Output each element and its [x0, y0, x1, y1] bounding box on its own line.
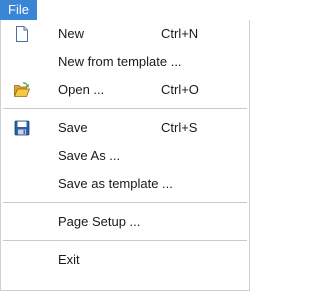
- save-disk-icon: [13, 119, 31, 137]
- menu-item-shortcut: Ctrl+N: [161, 26, 199, 41]
- menu-item-new-from-template[interactable]: New from template ...: [1, 48, 249, 76]
- new-document-icon: [13, 25, 31, 43]
- menu-item-label: Save As ...: [58, 148, 121, 163]
- app-window: File New Ctrl+N New from template ... Op…: [0, 0, 252, 292]
- menu-item-page-setup[interactable]: Page Setup ...: [1, 208, 249, 236]
- open-folder-icon: [13, 81, 31, 99]
- menu-item-new[interactable]: New Ctrl+N: [1, 20, 249, 48]
- file-menu-dropdown: New Ctrl+N New from template ... Open ..…: [0, 20, 250, 291]
- menu-item-label: Page Setup ...: [58, 214, 141, 229]
- menu-item-label: Exit: [58, 252, 80, 267]
- menu-item-label: New: [58, 26, 85, 41]
- menu-item-label: New from template ...: [58, 54, 182, 69]
- menu-item-save[interactable]: Save Ctrl+S: [1, 114, 249, 142]
- menu-item-exit[interactable]: Exit: [1, 246, 249, 274]
- menu-item-shortcut: Ctrl+S: [161, 120, 198, 135]
- menu-item-save-as-template[interactable]: Save as template ...: [1, 170, 249, 198]
- menu-item-open[interactable]: Open ... Ctrl+O: [1, 76, 249, 104]
- menu-separator: [3, 108, 247, 109]
- file-menu[interactable]: File: [0, 0, 37, 20]
- menu-item-label: Open ...: [58, 82, 105, 97]
- menu-item-save-as[interactable]: Save As ...: [1, 142, 249, 170]
- menu-item-shortcut: Ctrl+O: [161, 82, 199, 97]
- menu-bar: File: [0, 0, 252, 20]
- menu-separator: [3, 202, 247, 203]
- menu-item-label: Save: [58, 120, 88, 135]
- menu-item-label: Save as template ...: [58, 176, 173, 191]
- menu-separator: [3, 240, 247, 241]
